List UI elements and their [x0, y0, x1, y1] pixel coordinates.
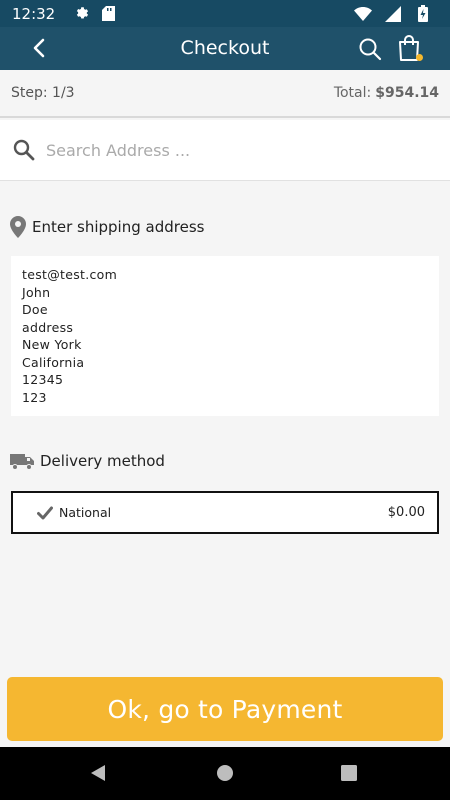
android-nav-bar [0, 747, 450, 800]
delivery-option-national[interactable]: National $0.00 [11, 491, 439, 534]
battery-icon [414, 5, 432, 23]
address-line: California [22, 354, 85, 370]
page-title: Checkout [180, 37, 270, 59]
home-circle-icon[interactable] [216, 764, 236, 784]
wifi-icon [354, 5, 372, 23]
recents-square-icon[interactable] [341, 765, 361, 785]
checkmark-icon [37, 506, 53, 520]
gear-icon [73, 5, 91, 23]
step-row: Step: 1/3 Total: $954.14 [0, 70, 450, 118]
truck-icon [10, 452, 34, 470]
search-icon[interactable] [358, 37, 382, 61]
shopping-bag-icon[interactable] [397, 34, 425, 64]
app-bar: Checkout [0, 27, 450, 70]
total-value: $954.14 [375, 85, 439, 101]
map-pin-icon [10, 216, 26, 238]
shipping-section-header: Enter shipping address [10, 216, 204, 238]
delivery-section-header: Delivery method [10, 452, 165, 470]
address-line: 123 [22, 389, 47, 405]
address-line: test@test.com [22, 267, 118, 282]
address-line: address [22, 319, 74, 335]
address-line: 12345 [22, 372, 64, 387]
address-line: New York [22, 337, 82, 352]
status-time: 12:32 [12, 4, 56, 23]
address-line: Doe [22, 302, 48, 317]
cart-badge [416, 54, 423, 61]
search-icon [12, 138, 36, 162]
delivery-section-title: Delivery method [40, 452, 165, 470]
sd-card-icon [99, 5, 117, 23]
delivery-option-name: National [59, 505, 112, 520]
address-search-input[interactable] [44, 139, 408, 161]
go-to-payment-button[interactable]: Ok, go to Payment [7, 677, 443, 741]
status-bar: 12:32 [0, 0, 450, 27]
back-triangle-icon[interactable] [89, 764, 109, 784]
address-line: John [22, 284, 51, 300]
shipping-section-title: Enter shipping address [32, 218, 205, 236]
total-label: Total: [333, 85, 372, 101]
status-right-group [354, 5, 440, 23]
order-total: Total: $954.14 [334, 85, 439, 101]
step-indicator: Step: 1/3 [11, 85, 75, 101]
signal-icon [384, 5, 402, 23]
delivery-option-price: $0.00 [387, 505, 425, 520]
address-search-bar [0, 120, 450, 181]
shipping-address-field[interactable]: test@test.com John Doe address New York … [11, 256, 439, 416]
